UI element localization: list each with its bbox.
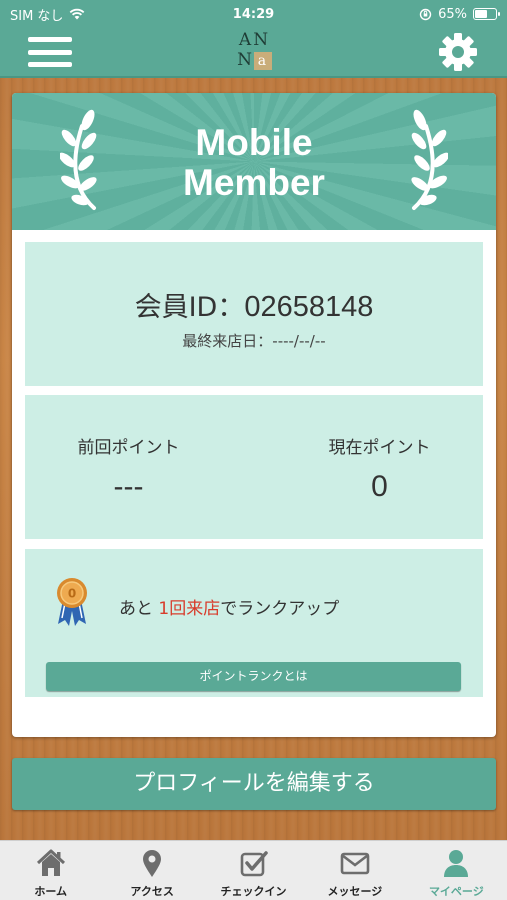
tab-label: チェックイン [220, 885, 287, 898]
status-left: SIM なし [10, 5, 85, 24]
checkin-icon [240, 851, 268, 877]
edit-profile-button[interactable]: プロフィールを編集する [12, 758, 496, 810]
bottom-tab-bar: ホーム アクセス チェックイン メッセージ マイページ [0, 840, 507, 900]
current-points: 現在ポイント 0 [256, 395, 483, 539]
user-icon [444, 850, 469, 877]
member-card: Mobile Member 会員ID：02658148 最終来店日：----/-… [12, 93, 496, 737]
orientation-lock-icon [419, 8, 432, 20]
status-right: 65% [419, 6, 500, 22]
rank-text-before: あと [119, 599, 159, 619]
last-visit-date: 最終来店日：----/--/-- [182, 332, 326, 350]
tab-mypage[interactable]: マイページ [406, 841, 507, 900]
rank-text-highlight: 1回来店 [158, 599, 221, 619]
battery-icon [473, 8, 500, 20]
map-pin-icon [143, 850, 162, 877]
current-points-value: 0 [371, 470, 388, 503]
tab-label: マイページ [428, 885, 484, 898]
previous-points-value: --- [113, 470, 144, 503]
status-bar: SIM なし 14:29 65% [0, 0, 507, 28]
tab-label: メッセージ [327, 885, 383, 898]
svg-text:0: 0 [68, 587, 76, 601]
tab-checkin[interactable]: チェックイン [203, 841, 304, 900]
home-icon [36, 849, 65, 876]
laurel-icon [411, 109, 448, 210]
battery-fill [475, 10, 488, 18]
gear-icon[interactable] [437, 31, 479, 73]
member-banner: Mobile Member [12, 93, 496, 231]
envelope-icon [340, 852, 370, 875]
rank-up-message: あと 1回来店でランクアップ [119, 594, 339, 619]
app-logo: AN Na [237, 30, 272, 70]
previous-points-label: 前回ポイント [77, 438, 180, 458]
tab-access[interactable]: アクセス [101, 841, 202, 900]
rank-panel: 0 あと 1回来店でランクアップ ポイントランクとは [25, 549, 483, 697]
current-points-label: 現在ポイント [328, 438, 431, 458]
point-rank-info-button[interactable]: ポイントランクとは [46, 662, 461, 691]
menu-icon[interactable] [28, 34, 72, 70]
tab-label: ホーム [34, 885, 68, 898]
previous-points: 前回ポイント --- [25, 395, 256, 539]
member-id-panel: 会員ID：02658148 最終来店日：----/--/-- [25, 242, 483, 386]
member-id-label: 会員ID： [134, 292, 245, 323]
rank-text-after: でランクアップ [220, 599, 340, 619]
app-header: AN Na [0, 28, 507, 78]
points-panel: 前回ポイント --- 現在ポイント 0 [25, 395, 483, 539]
wifi-icon [70, 8, 85, 20]
carrier-label: SIM なし [10, 8, 64, 24]
member-id-value: 02658148 [244, 291, 374, 323]
tab-message[interactable]: メッセージ [304, 841, 405, 900]
battery-percent: 65% [438, 6, 467, 22]
tab-home[interactable]: ホーム [0, 841, 101, 900]
member-id: 会員ID：02658148 [25, 285, 483, 324]
tab-label: アクセス [130, 885, 174, 898]
medal-icon: 0 [57, 578, 87, 626]
